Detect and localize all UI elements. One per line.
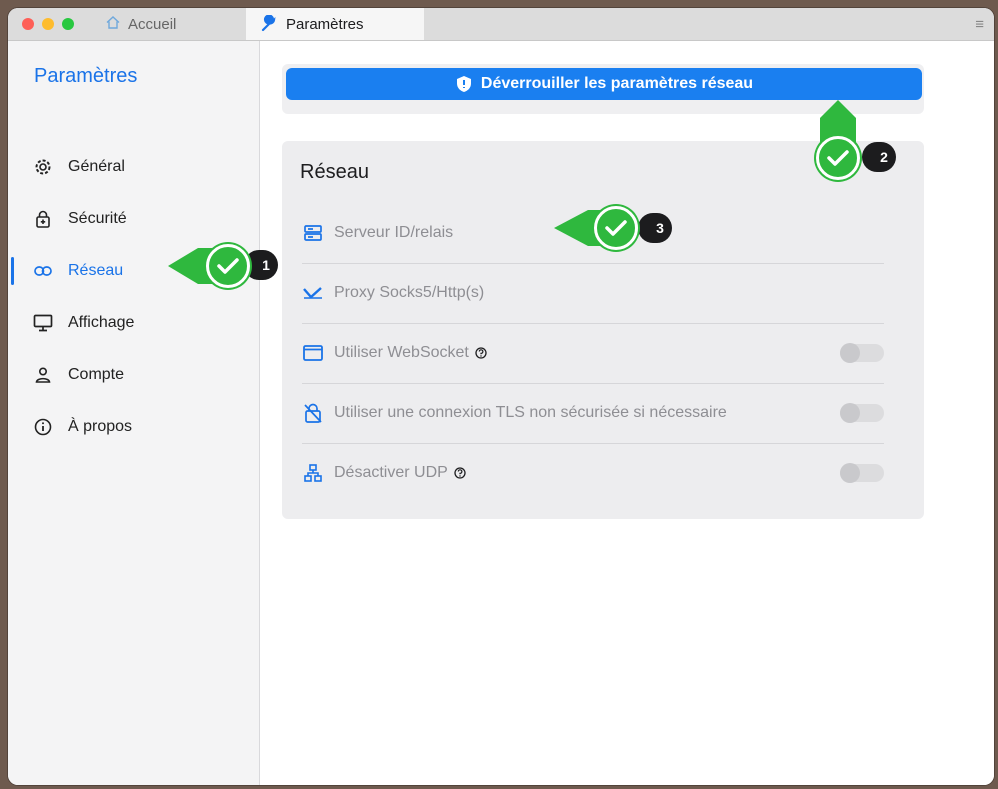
title-bar: Accueil Paramètres ≡	[8, 8, 994, 41]
minimize-window-button[interactable]	[42, 18, 54, 30]
sidebar: Paramètres Général Sécurité Réseau Affic…	[8, 41, 260, 785]
monitor-icon	[32, 314, 54, 332]
proxy-icon	[302, 286, 324, 300]
row-label: Proxy Socks5/Http(s)	[334, 284, 485, 301]
tab-home[interactable]: Accueil	[106, 8, 246, 40]
unlock-network-settings-button[interactable]: Déverrouiller les paramètres réseau	[286, 68, 922, 100]
callout-2: 2	[800, 100, 920, 200]
callout-number: 3	[638, 213, 672, 243]
sidebar-item-label: Réseau	[68, 262, 124, 279]
sidebar-item-label: Compte	[68, 366, 125, 383]
row-label: Utiliser une connexion TLS non sécurisée…	[334, 404, 727, 421]
help-icon[interactable]	[454, 467, 466, 479]
zoom-window-button[interactable]	[62, 18, 74, 30]
sidebar-item-label: Affichage	[68, 314, 135, 331]
tab-home-label: Accueil	[128, 15, 177, 33]
sidebar-item-about[interactable]: À propos	[8, 407, 259, 447]
disable-udp-toggle[interactable]	[840, 463, 884, 483]
insecure-tls-row: Utiliser une connexion TLS non sécurisée…	[302, 383, 884, 444]
websocket-row: Utiliser WebSocket	[302, 323, 884, 384]
close-window-button[interactable]	[22, 18, 34, 30]
row-label: Serveur ID/relais	[334, 224, 454, 241]
checkmark-icon	[206, 244, 250, 288]
unlock-button-label: Déverrouiller les paramètres réseau	[480, 75, 754, 92]
row-label: Utiliser WebSocket	[334, 344, 469, 361]
network-icon	[302, 464, 324, 482]
sidebar-item-account[interactable]: Compte	[8, 355, 259, 395]
callout-number: 2	[862, 142, 896, 172]
sidebar-item-display[interactable]: Affichage	[8, 303, 259, 343]
help-icon[interactable]	[475, 347, 487, 359]
info-icon	[32, 418, 54, 436]
disable-udp-row: Désactiver UDP	[302, 443, 884, 503]
card-title: Réseau	[300, 161, 369, 183]
lock-icon	[32, 210, 54, 228]
person-icon	[32, 366, 54, 384]
proxy-row[interactable]: Proxy Socks5/Http(s)	[302, 263, 884, 324]
sidebar-item-label: Général	[68, 158, 125, 175]
callout-3: 3	[554, 200, 694, 260]
websocket-toggle[interactable]	[840, 343, 884, 363]
wrench-icon	[260, 15, 278, 33]
shield-icon	[455, 75, 473, 93]
gear-icon	[32, 158, 54, 176]
link-icon	[32, 265, 54, 277]
hamburger-menu-icon[interactable]: ≡	[975, 16, 984, 33]
tab-settings-label: Paramètres	[286, 15, 364, 33]
window-icon	[302, 345, 324, 361]
checkmark-icon	[594, 206, 638, 250]
checkmark-icon	[816, 136, 860, 180]
callout-1: 1	[168, 238, 288, 294]
sidebar-item-general[interactable]: Général	[8, 147, 259, 187]
row-label: Désactiver UDP	[334, 464, 448, 481]
sidebar-item-security[interactable]: Sécurité	[8, 199, 259, 239]
home-icon	[106, 16, 120, 32]
sidebar-title: Paramètres	[34, 65, 138, 87]
insecure-tls-toggle[interactable]	[840, 403, 884, 423]
server-icon	[302, 225, 324, 241]
lock-off-icon	[302, 403, 324, 423]
sidebar-item-label: Sécurité	[68, 210, 127, 227]
sidebar-item-label: À propos	[68, 418, 133, 435]
tab-settings[interactable]: Paramètres	[246, 8, 424, 40]
